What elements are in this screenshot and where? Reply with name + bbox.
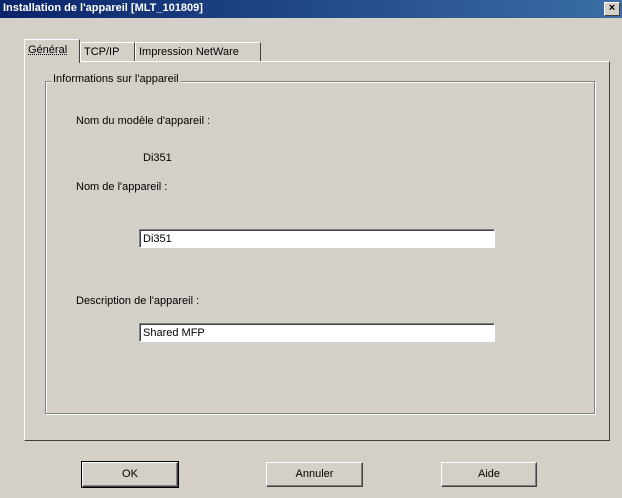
close-icon[interactable]: × — [604, 2, 620, 16]
ok-button[interactable]: OK — [81, 461, 179, 488]
tab-tcpip-label: TCP/IP — [84, 46, 120, 58]
cancel-button[interactable]: Annuler — [266, 462, 363, 487]
device-description-input[interactable] — [139, 323, 495, 342]
model-name-value: Di351 — [143, 152, 172, 164]
tab-panel-general: Informations sur l'appareil Nom du modèl… — [24, 61, 610, 441]
tab-general[interactable]: Général — [24, 39, 80, 63]
model-name-label: Nom du modèle d'appareil : — [76, 115, 211, 127]
groupbox-title: Informations sur l'appareil — [51, 73, 181, 85]
device-description-label: Description de l'appareil : — [76, 295, 200, 307]
title-bar: Installation de l'appareil [MLT_101809] … — [0, 0, 622, 18]
tab-general-label: Général — [28, 44, 68, 56]
tab-netware-label: Impression NetWare — [139, 46, 239, 58]
tab-netware[interactable]: Impression NetWare — [135, 42, 261, 62]
help-button[interactable]: Aide — [441, 462, 537, 487]
tab-tcpip[interactable]: TCP/IP — [80, 42, 135, 62]
device-name-label: Nom de l'appareil : — [76, 181, 168, 193]
window-title: Installation de l'appareil [MLT_101809] — [3, 2, 203, 14]
device-name-input[interactable] — [139, 229, 495, 248]
